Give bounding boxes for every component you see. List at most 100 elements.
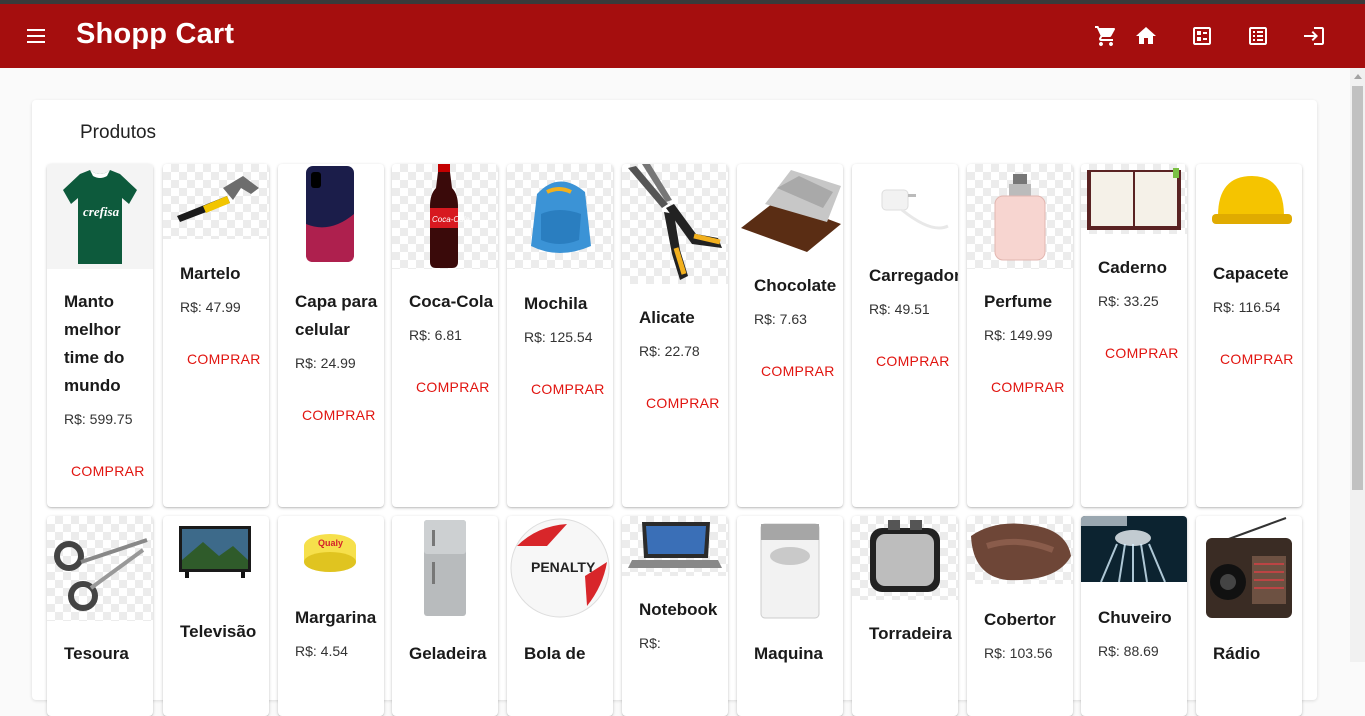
product-image-washing-machine [737,516,843,621]
product-image-fridge [392,516,498,621]
app-title: Shopp Cart [76,18,235,50]
buy-button[interactable]: COMPRAR [416,378,494,396]
buy-button[interactable]: COMPRAR [876,352,954,370]
product-card: Maquina [737,516,843,716]
product-image-soccer-ball: PENALTY [507,516,613,621]
product-price: R$: 7.63 [754,311,807,327]
product-name: Rádio [1213,644,1261,663]
product-name: Televisão [180,622,257,641]
product-price: R$: 103.56 [984,645,1053,661]
product-price: R$: 88.69 [1098,643,1159,659]
product-price: R$: 24.99 [295,355,356,371]
product-body: Chuveiro R$: 88.69 [1098,604,1183,660]
product-image-perfume [967,164,1073,269]
product-name: Capa para celular [295,292,378,339]
product-image-shower [1081,516,1187,582]
svg-text:PENALTY: PENALTY [531,559,596,575]
product-image-hammer [163,164,269,239]
product-image-radio [1196,516,1302,621]
product-body: Bola de [524,640,609,668]
product-name: Carregador [869,266,958,285]
product-name: Maquina [754,644,823,663]
dashboard-icon[interactable] [1190,24,1214,48]
product-card: Tesoura [47,516,153,716]
product-image-hard-hat [1196,164,1302,238]
product-body: Notebook R$: [639,596,724,652]
product-card: Rádio [1196,516,1302,716]
product-name: Chocolate [754,276,837,295]
product-card: Torradeira [852,516,958,716]
product-image-phone-case [278,164,384,269]
product-name: Torradeira [869,624,952,643]
home-icon[interactable] [1134,24,1158,48]
product-card: crefisa Manto melhor time do mundo R$: 5… [47,164,153,507]
products-panel: Produtos crefisa Manto melhor time do mu… [32,100,1317,716]
product-price: R$: 47.99 [180,299,241,315]
product-price: R$: 33.25 [1098,293,1159,309]
product-card: Televisão [163,516,269,716]
product-body: Mochila R$: 125.54 COMPRAR [524,290,609,398]
product-price: R$: 116.54 [1213,299,1281,315]
product-image-television [163,516,269,606]
product-body: Capa para celular R$: 24.99 COMPRAR [295,288,380,424]
product-body: Cobertor R$: 103.56 [984,606,1069,662]
product-image-chocolate [737,164,843,252]
product-price: R$: 6.81 [409,327,462,343]
menu-icon[interactable] [24,24,48,48]
buy-button[interactable]: COMPRAR [187,350,265,368]
svg-text:crefisa: crefisa [83,204,120,219]
buy-button[interactable]: COMPRAR [302,406,380,424]
product-body: Manto melhor time do mundo R$: 599.75 CO… [64,288,149,480]
product-card: Coca-Cola Coca-Cola R$: 6.81 COMPRAR [392,164,498,507]
product-body: Caderno R$: 33.25 COMPRAR [1098,254,1183,362]
product-card: PENALTY Bola de [507,516,613,716]
cart-icon[interactable] [1094,24,1118,48]
product-card: Geladeira [392,516,498,716]
product-card: Caderno R$: 33.25 COMPRAR [1081,164,1187,507]
product-card: Notebook R$: [622,516,728,716]
product-body: Capacete R$: 116.54 COMPRAR [1213,260,1298,368]
product-card: Capacete R$: 116.54 COMPRAR [1196,164,1302,507]
product-name: Caderno [1098,258,1167,277]
product-body: Televisão [180,618,265,646]
product-body: Maquina [754,640,839,668]
product-card: Martelo R$: 47.99 COMPRAR [163,164,269,507]
product-image-scissors [47,516,153,621]
buy-button[interactable]: COMPRAR [71,462,149,480]
product-card: Qualy Margarina R$: 4.54 [278,516,384,716]
product-image-laptop [622,516,728,576]
section-title: Produtos [80,122,157,143]
product-price: R$: 4.54 [295,643,348,659]
list-icon[interactable] [1246,24,1270,48]
product-name: Geladeira [409,644,487,663]
buy-button[interactable]: COMPRAR [761,362,839,380]
product-name: Mochila [524,294,588,313]
product-card: Perfume R$: 149.99 COMPRAR [967,164,1073,507]
buy-button[interactable]: COMPRAR [531,380,609,398]
product-card: Mochila R$: 125.54 COMPRAR [507,164,613,507]
product-name: Martelo [180,264,241,283]
product-body: Alicate R$: 22.78 COMPRAR [639,304,724,412]
buy-button[interactable]: COMPRAR [991,378,1069,396]
buy-button[interactable]: COMPRAR [646,394,724,412]
product-image-charger [852,164,958,242]
product-image-backpack [507,164,613,269]
product-name: Tesoura [64,644,129,663]
product-price: R$: 149.99 [984,327,1053,343]
product-name: Cobertor [984,610,1056,629]
buy-button[interactable]: COMPRAR [1220,350,1298,368]
buy-button[interactable]: COMPRAR [1105,344,1183,362]
scroll-up-arrow-icon[interactable] [1354,74,1362,79]
product-name: Alicate [639,308,695,327]
product-name: Chuveiro [1098,608,1172,627]
product-image-pliers [622,164,728,284]
login-icon[interactable] [1302,24,1326,48]
product-price: R$: 125.54 [524,329,593,345]
product-image-margarine: Qualy [278,516,384,594]
scroll-thumb[interactable] [1352,86,1363,490]
scrollbar[interactable] [1350,68,1365,662]
product-name: Coca-Cola [409,292,494,311]
product-name: Notebook [639,600,718,619]
product-card: Carregador R$: 49.51 COMPRAR [852,164,958,507]
product-body: Geladeira [409,640,494,668]
